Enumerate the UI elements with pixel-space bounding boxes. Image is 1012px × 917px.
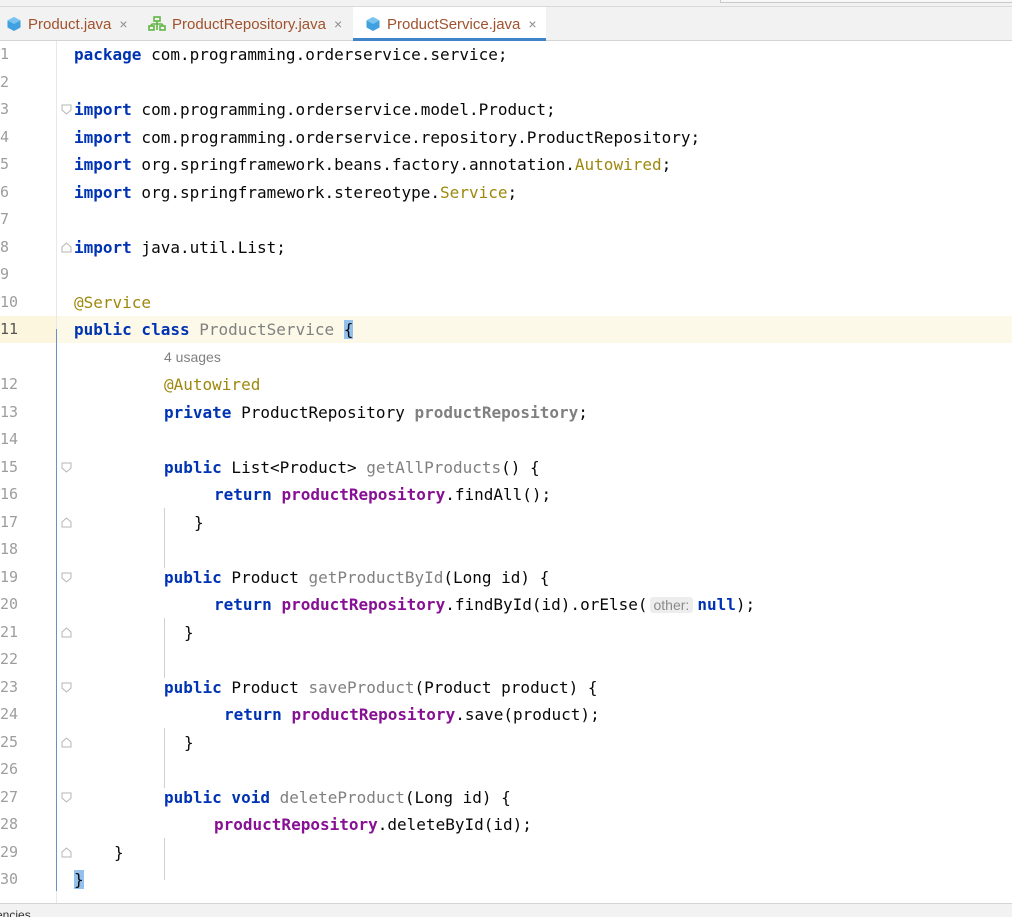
line-number: 15 [0,457,19,476]
line-number: 9 [0,265,10,283]
code-line-24: return productRepository.save(product); [224,705,600,724]
line-number: 2 [0,72,10,91]
code-line-6: import org.springframework.stereotype.Se… [74,182,518,202]
line-number: 22 [0,650,19,668]
code-line-19: public Product getProductById(Long id) { [164,567,550,587]
line-number: 28 [0,815,19,833]
code-line-1: package com.programming.orderservice.ser… [74,45,508,64]
close-icon[interactable]: × [334,16,342,32]
line-number: 23 [0,677,19,696]
code-line-8: import java.util.List; [74,237,286,257]
indent-guide [164,618,165,678]
code-line-4: import com.programming.orderservice.repo… [74,127,701,147]
fold-end-icon[interactable] [61,627,72,638]
parameter-hint: other: [649,597,694,613]
indent-guide [164,838,165,880]
code-line-28: productRepository.deleteById(id); [214,815,532,834]
line-number: 8 [0,237,10,256]
fold-end-icon[interactable] [61,847,72,858]
close-icon[interactable]: × [119,16,127,32]
indent-guide [164,728,165,788]
line-number: 20 [0,595,19,613]
line-number: 7 [0,210,10,228]
line-number: 19 [0,567,19,586]
code-line-11: public class ProductService { [74,320,354,339]
fold-end-icon[interactable] [61,737,72,748]
line-number: 18 [0,540,19,558]
tab-product-java[interactable]: Product.java × [6,7,136,41]
line-number: 16 [0,485,19,503]
close-icon[interactable]: × [528,16,536,32]
indent-guide [164,508,165,568]
editor-tab-bar: Product.java × ProductRepository.java × … [0,7,1012,42]
code-line-12: @Autowired [164,375,261,394]
code-line-3: import com.programming.orderservice.mode… [74,100,556,119]
code-line-25: } [184,732,194,752]
line-number: 13 [0,402,19,421]
fold-start-icon[interactable] [61,792,72,803]
code-line-29: } [114,842,124,862]
bottom-tool-strip: encies [0,903,1012,917]
status-text: encies [0,908,31,917]
code-line-23: public Product saveProduct(Product produ… [164,677,598,697]
code-line-20: return productRepository.findById(id).or… [214,595,756,614]
tab-label: ProductService.java [387,15,521,33]
tab-product-repository-java[interactable]: ProductRepository.java × [148,7,350,41]
line-number: 10 [0,292,19,311]
line-number: 17 [0,512,19,531]
code-line-15: public List<Product> getAllProducts() { [164,457,540,477]
code-editor[interactable]: 1 2 3 4 5 6 7 8 9 10 11 12 13 14 15 16 1… [0,41,1012,903]
line-number: 14 [0,430,19,448]
line-number: 1 [0,45,10,63]
fold-end-icon[interactable] [61,517,72,528]
window-top-strip [0,0,1012,7]
line-number: 30 [0,870,19,888]
line-number: 4 [0,127,10,146]
code-line-17: } [194,512,204,532]
line-number: 24 [0,705,19,723]
fold-start-icon[interactable] [61,462,72,473]
matched-brace: { [343,320,354,339]
code-line-30: } [74,866,84,893]
code-line-27: public void deleteProduct(Long id) { [164,787,511,807]
interface-icon [148,16,166,31]
tab-product-service-java[interactable]: ProductService.java × [353,7,546,42]
scope-indent-guide [56,329,57,891]
line-number: 27 [0,787,19,806]
line-number: 29 [0,842,19,861]
code-line-10: @Service [74,292,152,312]
tab-label: Product.java [28,15,112,33]
line-number: 6 [0,182,10,201]
line-number: 21 [0,622,19,641]
fold-start-icon[interactable] [61,572,72,583]
line-number: 5 [0,155,10,173]
toolbar-corner [720,0,1012,3]
fold-end-icon[interactable] [61,242,72,253]
code-line-16: return productRepository.findAll(); [214,485,552,504]
fold-start-icon[interactable] [61,682,72,693]
line-number: 25 [0,732,19,751]
java-class-icon [366,17,380,31]
tab-label: ProductRepository.java [172,15,326,33]
line-number: 11 [0,320,19,338]
code-line-21: } [184,622,194,642]
line-number: 12 [0,375,19,393]
line-number: 26 [0,760,19,778]
code-line-13: private ProductRepository productReposit… [164,402,588,422]
line-number: 3 [0,100,10,118]
matched-brace: } [74,870,84,889]
code-line-5: import org.springframework.beans.factory… [74,155,672,174]
java-class-icon [7,17,21,31]
fold-start-icon[interactable] [61,104,72,115]
usages-inlay-hint[interactable]: 4 usages [164,344,221,371]
